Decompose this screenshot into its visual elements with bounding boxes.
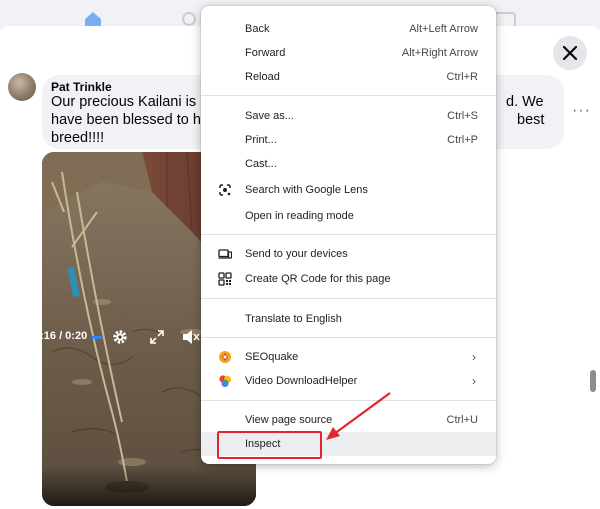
menu-item-reload[interactable]: Reload Ctrl+R	[201, 65, 496, 89]
menu-item-view-source[interactable]: View page source Ctrl+U	[201, 408, 496, 432]
more-options-icon[interactable]: ···	[572, 102, 591, 120]
play-icon[interactable]	[10, 330, 24, 344]
google-lens-icon	[219, 184, 231, 196]
video-controls	[42, 466, 256, 506]
menu-item-label: Open in reading mode	[245, 210, 354, 222]
menu-item-shortcut: Ctrl+R	[446, 71, 478, 83]
comment-text-line: best	[517, 112, 545, 128]
comment-text-line: d. We	[506, 94, 544, 110]
fullscreen-icon[interactable]	[150, 330, 164, 344]
menu-item-shortcut: Alt+Left Arrow	[409, 23, 478, 35]
menu-item-label: Reload	[245, 71, 280, 83]
menu-item-label: Save as...	[245, 110, 294, 122]
close-icon	[563, 46, 577, 60]
menu-item-label: Send to your devices	[245, 248, 348, 260]
menu-item-google-lens[interactable]: Search with Google Lens	[201, 178, 496, 202]
menu-item-forward[interactable]: Forward Alt+Right Arrow	[201, 41, 496, 65]
comment-text-line: have been blessed to have	[51, 112, 225, 128]
menu-item-seoquake[interactable]: SEOquake ›	[201, 345, 496, 369]
video-downloadhelper-icon	[219, 375, 232, 388]
menu-item-shortcut: Ctrl+P	[447, 134, 478, 146]
menu-item-label: Cast...	[245, 158, 277, 170]
menu-item-shortcut: Ctrl+S	[447, 110, 478, 122]
menu-item-label: View page source	[245, 414, 333, 426]
menu-item-video-downloadhelper[interactable]: Video DownloadHelper ›	[201, 369, 496, 393]
menu-separator	[201, 234, 496, 235]
video-time: 0:16 / 0:20	[34, 330, 88, 342]
highlight-box	[217, 431, 322, 459]
menu-item-label: Forward	[245, 47, 286, 59]
menu-item-cast[interactable]: Cast...	[201, 152, 496, 176]
menu-item-label: Print...	[245, 134, 277, 146]
submenu-arrow-icon: ›	[472, 350, 476, 364]
menu-item-label: Translate to English	[245, 313, 342, 325]
qr-code-icon	[218, 272, 232, 286]
menu-item-qr-code[interactable]: Create QR Code for this page	[201, 267, 496, 291]
volume-muted-icon[interactable]	[182, 329, 200, 345]
menu-separator	[201, 337, 496, 338]
devices-icon	[218, 249, 232, 259]
video-progress-bar[interactable]	[92, 336, 102, 339]
menu-separator	[201, 400, 496, 401]
menu-item-label: Video DownloadHelper	[245, 375, 358, 387]
menu-item-label: Back	[245, 23, 270, 35]
close-button[interactable]	[553, 36, 587, 70]
comment-text-line: breed!!!!	[51, 130, 105, 146]
comment-author[interactable]: Pat Trinkle	[51, 80, 112, 94]
menu-item-label: Create QR Code for this page	[245, 273, 391, 285]
menu-item-back[interactable]: Back Alt+Left Arrow	[201, 17, 496, 41]
menu-item-shortcut: Ctrl+U	[446, 414, 478, 426]
menu-item-label: SEOquake	[245, 351, 299, 363]
context-menu: Back Alt+Left Arrow Forward Alt+Right Ar…	[201, 6, 496, 464]
menu-separator	[201, 95, 496, 96]
submenu-arrow-icon: ›	[472, 374, 476, 388]
scrollbar-thumb[interactable]	[590, 370, 596, 392]
menu-item-shortcut: Alt+Right Arrow	[401, 47, 478, 59]
menu-item-translate[interactable]: Translate to English	[201, 307, 496, 331]
menu-item-reading-mode[interactable]: Open in reading mode	[201, 204, 496, 228]
menu-item-print[interactable]: Print... Ctrl+P	[201, 128, 496, 152]
groups-icon[interactable]	[182, 12, 196, 26]
avatar[interactable]	[8, 73, 36, 101]
gear-icon[interactable]	[112, 329, 128, 345]
seoquake-icon	[219, 351, 231, 363]
menu-item-save-as[interactable]: Save as... Ctrl+S	[201, 104, 496, 128]
menu-item-send-devices[interactable]: Send to your devices	[201, 242, 496, 266]
menu-item-label: Search with Google Lens	[245, 184, 368, 196]
comment-text-line: Our precious Kailani is 11-	[51, 94, 220, 110]
menu-separator	[201, 298, 496, 299]
